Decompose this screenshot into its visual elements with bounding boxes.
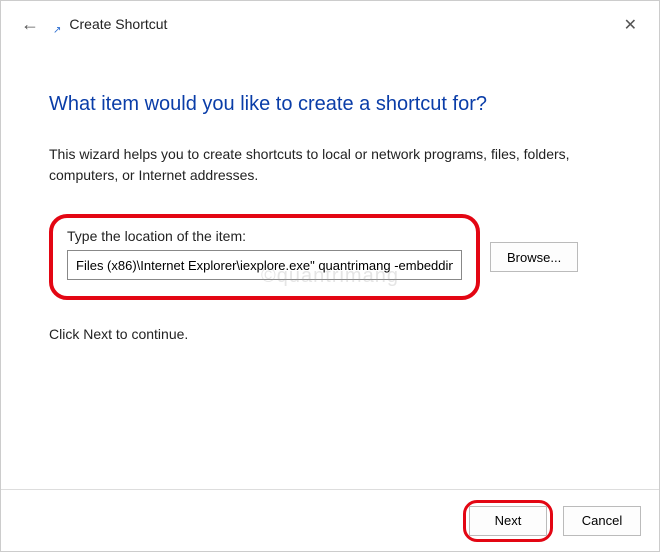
location-label: Type the location of the item: — [67, 228, 462, 244]
browse-button[interactable]: Browse... — [490, 242, 578, 272]
dialog-content: What item would you like to create a sho… — [1, 47, 659, 489]
description-text: This wizard helps you to create shortcut… — [49, 144, 611, 186]
location-highlight: Type the location of the item: — [49, 214, 480, 300]
titlebar: ← ↗ Create Shortcut ✕ — [1, 1, 659, 47]
next-highlight: Next — [463, 500, 553, 542]
close-icon: ✕ — [624, 17, 637, 34]
close-button[interactable]: ✕ — [616, 11, 645, 39]
create-shortcut-dialog: ← ↗ Create Shortcut ✕ What item would yo… — [0, 0, 660, 552]
location-input[interactable] — [67, 250, 462, 280]
location-row: Type the location of the item: Browse... — [49, 214, 611, 300]
dialog-title: Create Shortcut — [69, 16, 167, 32]
shortcut-arrow-icon: ↗ — [53, 25, 61, 36]
page-heading: What item would you like to create a sho… — [49, 93, 611, 116]
cancel-button[interactable]: Cancel — [563, 506, 641, 536]
next-button[interactable]: Next — [469, 506, 547, 536]
back-arrow-icon[interactable]: ← — [15, 10, 45, 39]
continue-instruction: Click Next to continue. — [49, 326, 611, 342]
dialog-footer: Next Cancel — [1, 489, 659, 551]
